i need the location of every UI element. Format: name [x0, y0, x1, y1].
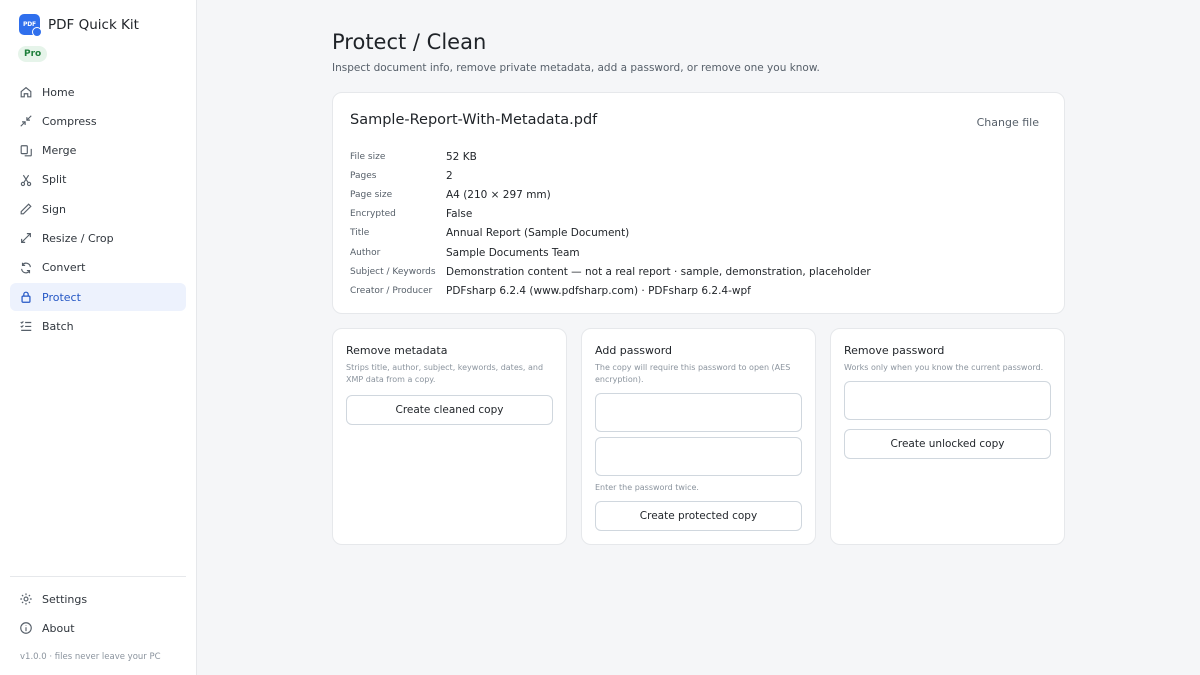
home-icon — [19, 85, 33, 99]
add-password-card: Add password The copy will require this … — [581, 328, 816, 545]
sidebar-item-label: Sign — [42, 202, 66, 216]
card-title: Remove metadata — [346, 344, 448, 357]
convert-icon — [19, 261, 33, 275]
sidebar-item-batch[interactable]: Batch — [10, 312, 186, 340]
merge-icon — [19, 144, 33, 158]
sidebar-item-about[interactable]: About — [10, 614, 186, 642]
plan-badge: Pro — [18, 46, 48, 62]
app-name: PDF Quick Kit — [48, 16, 139, 33]
sidebar-item-label: Protect — [42, 290, 81, 304]
sidebar-bottom-nav: Settings About — [10, 585, 186, 644]
brand: PDF PDF Quick Kit — [19, 14, 139, 37]
new-password-input[interactable] — [595, 393, 802, 432]
remove-metadata-card: Remove metadata Strips title, author, su… — [332, 328, 567, 545]
sidebar-item-label: Merge — [42, 144, 77, 158]
file-name: Sample-Report-With-Metadata.pdf — [350, 112, 598, 128]
lock-icon — [19, 290, 33, 304]
info-label: Pages — [350, 170, 377, 181]
info-value: Annual Report (Sample Document) — [446, 227, 630, 240]
create-cleaned-copy-button[interactable]: Create cleaned copy — [346, 395, 553, 425]
sidebar-item-label: Split — [42, 173, 67, 187]
info-label: Page size — [350, 189, 393, 200]
card-title: Add password — [595, 344, 673, 357]
logo-text: PDF — [23, 21, 36, 28]
info-row: Author Sample Documents Team — [350, 243, 871, 262]
password-hint: Enter the password twice. — [595, 483, 699, 492]
info-row: Creator / Producer PDFsharp 6.2.4 (www.pd… — [350, 281, 871, 300]
sidebar-item-label: Batch — [42, 319, 74, 333]
sidebar-item-protect[interactable]: Protect — [10, 283, 186, 312]
document-info-card: Sample-Report-With-Metadata.pdf Change f… — [332, 92, 1065, 314]
info-row: Subject / Keywords Demonstration content … — [350, 262, 871, 281]
info-value: A4 (210 × 297 mm) — [446, 188, 551, 201]
info-row: Encrypted False — [350, 205, 871, 224]
sidebar-item-compress[interactable]: Compress — [10, 107, 186, 135]
card-description: Works only when you know the current pas… — [844, 363, 1044, 372]
info-value: Sample Documents Team — [446, 246, 580, 259]
document-info-list: File size 52 KB Pages 2 Page size A4 (210 ×… — [350, 147, 871, 301]
gear-icon — [19, 592, 33, 606]
batch-icon — [19, 319, 33, 333]
sidebar-item-split[interactable]: Split — [10, 166, 186, 194]
info-row: Page size A4 (210 × 297 mm) — [350, 185, 871, 204]
info-value: PDFsharp 6.2.4 (www.pdfsharp.com) · PDFs… — [446, 284, 751, 297]
sidebar-item-label: About — [42, 621, 75, 635]
sidebar-item-home[interactable]: Home — [10, 78, 186, 106]
info-label: Subject / Keywords — [350, 266, 436, 277]
info-label: File size — [350, 151, 386, 162]
info-label: Author — [350, 247, 381, 258]
sidebar-item-label: Resize / Crop — [42, 231, 114, 245]
create-unlocked-copy-button[interactable]: Create unlocked copy — [844, 429, 1051, 459]
create-protected-copy-button[interactable]: Create protected copy — [595, 501, 802, 531]
info-label: Encrypted — [350, 209, 396, 220]
sidebar-item-merge[interactable]: Merge — [10, 137, 186, 165]
page-subtitle: Inspect document info, remove private me… — [332, 62, 820, 74]
sidebar-item-convert[interactable]: Convert — [10, 254, 186, 282]
info-row: Pages 2 — [350, 166, 871, 185]
sidebar-item-resize-crop[interactable]: Resize / Crop — [10, 224, 186, 252]
current-password-input[interactable] — [844, 381, 1051, 420]
info-value: 52 KB — [446, 150, 477, 163]
sidebar-item-label: Settings — [42, 592, 88, 606]
info-value: Demonstration content — not a real repor… — [446, 265, 871, 278]
info-label: Creator / Producer — [350, 285, 433, 296]
resize-icon — [19, 231, 33, 245]
info-row: Title Annual Report (Sample Document) — [350, 224, 871, 243]
page-title: Protect / Clean — [332, 30, 487, 54]
sidebar-item-settings[interactable]: Settings — [10, 585, 186, 613]
remove-password-card: Remove password Works only when you know… — [830, 328, 1065, 545]
sidebar-item-label: Home — [42, 85, 75, 99]
card-description: Strips title, author, subject, keywords,… — [346, 363, 544, 384]
sidebar-item-sign[interactable]: Sign — [10, 195, 186, 223]
info-row: File size 52 KB — [350, 147, 871, 166]
sidebar-item-label: Convert — [42, 261, 86, 275]
pdf-logo-icon: PDF — [19, 14, 42, 37]
sidebar-nav: Home Compress Merge Split Sign Resize / … — [10, 78, 186, 342]
sidebar-divider — [10, 576, 186, 577]
split-icon — [19, 173, 33, 187]
compress-icon — [19, 114, 33, 128]
pen-icon — [19, 202, 33, 216]
info-label: Title — [350, 228, 370, 239]
info-value: False — [446, 208, 473, 221]
info-value: 2 — [446, 169, 453, 182]
confirm-password-input[interactable] — [595, 437, 802, 476]
card-description: The copy will require this password to o… — [595, 363, 791, 384]
sidebar-item-label: Compress — [42, 114, 97, 128]
card-title: Remove password — [844, 344, 945, 357]
main-content: Protect / Clean Inspect document info, r… — [197, 0, 1200, 675]
change-file-button[interactable]: Change file — [977, 116, 1039, 129]
sidebar: PDF PDF Quick Kit Pro Home Compress Merg… — [0, 0, 197, 675]
info-icon — [19, 621, 33, 635]
version-footer: v1.0.0 · files never leave your PC — [20, 652, 161, 662]
